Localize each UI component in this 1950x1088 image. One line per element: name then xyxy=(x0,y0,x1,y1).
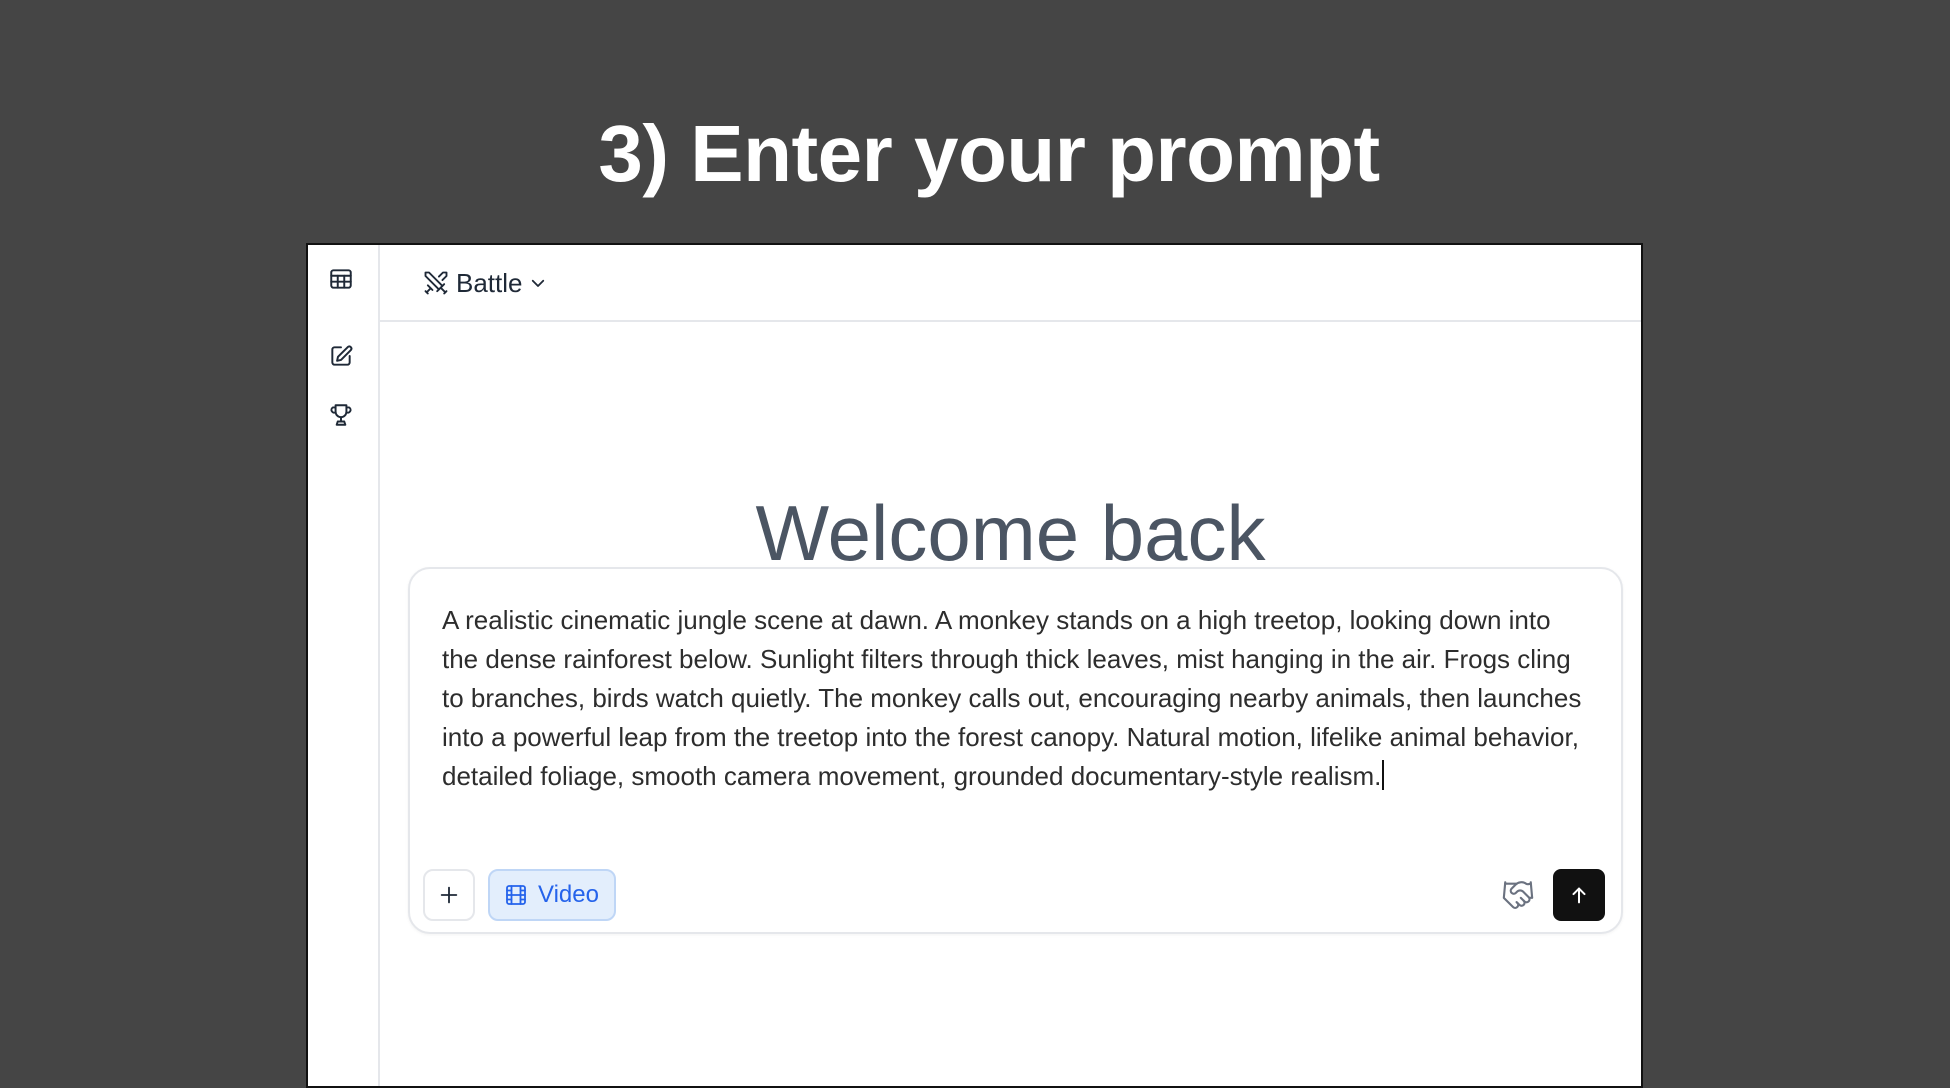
video-mode-chip[interactable]: Video xyxy=(488,869,616,921)
text-caret xyxy=(1382,760,1385,790)
welcome-heading: Welcome back xyxy=(755,489,1266,577)
sidebar-item-new-chat[interactable] xyxy=(326,341,356,371)
slide-title: 3) Enter your prompt xyxy=(598,109,1380,198)
sidebar xyxy=(308,245,380,1086)
add-attachment-button[interactable] xyxy=(423,869,475,921)
handshake-button[interactable] xyxy=(1498,877,1538,913)
prompt-composer: A realistic cinematic jungle scene at da… xyxy=(408,567,1623,934)
sidebar-item-leaderboard[interactable] xyxy=(326,264,356,294)
sidebar-item-trophy[interactable] xyxy=(326,400,356,430)
trophy-icon xyxy=(328,402,354,428)
prompt-input-value: A realistic cinematic jungle scene at da… xyxy=(442,605,1582,791)
video-chip-label: Video xyxy=(538,881,599,908)
mode-selector[interactable]: Battle xyxy=(422,265,547,301)
app-window: Battle Welcome back A realistic cinemati… xyxy=(306,243,1643,1088)
chevron-down-icon xyxy=(529,274,547,292)
mode-label: Battle xyxy=(456,267,523,298)
crossed-swords-icon xyxy=(422,269,450,297)
prompt-input[interactable]: A realistic cinematic jungle scene at da… xyxy=(442,601,1592,796)
handshake-icon xyxy=(1501,878,1535,912)
plus-icon xyxy=(438,884,460,906)
send-button[interactable] xyxy=(1553,869,1605,921)
edit-note-icon xyxy=(328,343,354,369)
arrow-up-icon xyxy=(1568,884,1590,906)
table-grid-icon xyxy=(328,266,354,292)
film-icon xyxy=(504,883,528,907)
topbar: Battle xyxy=(380,245,1641,322)
